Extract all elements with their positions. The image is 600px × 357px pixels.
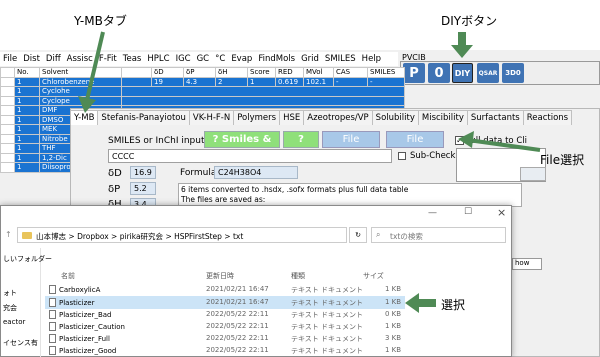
file-arrow-shaft [467, 138, 541, 152]
ymb-arrow-head [78, 96, 96, 113]
select-arrow-head [405, 293, 419, 313]
diy-arrow-shaft [458, 32, 466, 46]
annotation-arrows [78, 31, 541, 313]
file-arrow-head [458, 131, 474, 148]
select-arrow-shaft [418, 299, 436, 307]
ymb-arrow-shaft [85, 31, 105, 101]
file-select-annotation: File選択 [540, 153, 585, 167]
diy-arrow-head [451, 45, 473, 58]
select-annotation: 選択 [441, 298, 466, 312]
